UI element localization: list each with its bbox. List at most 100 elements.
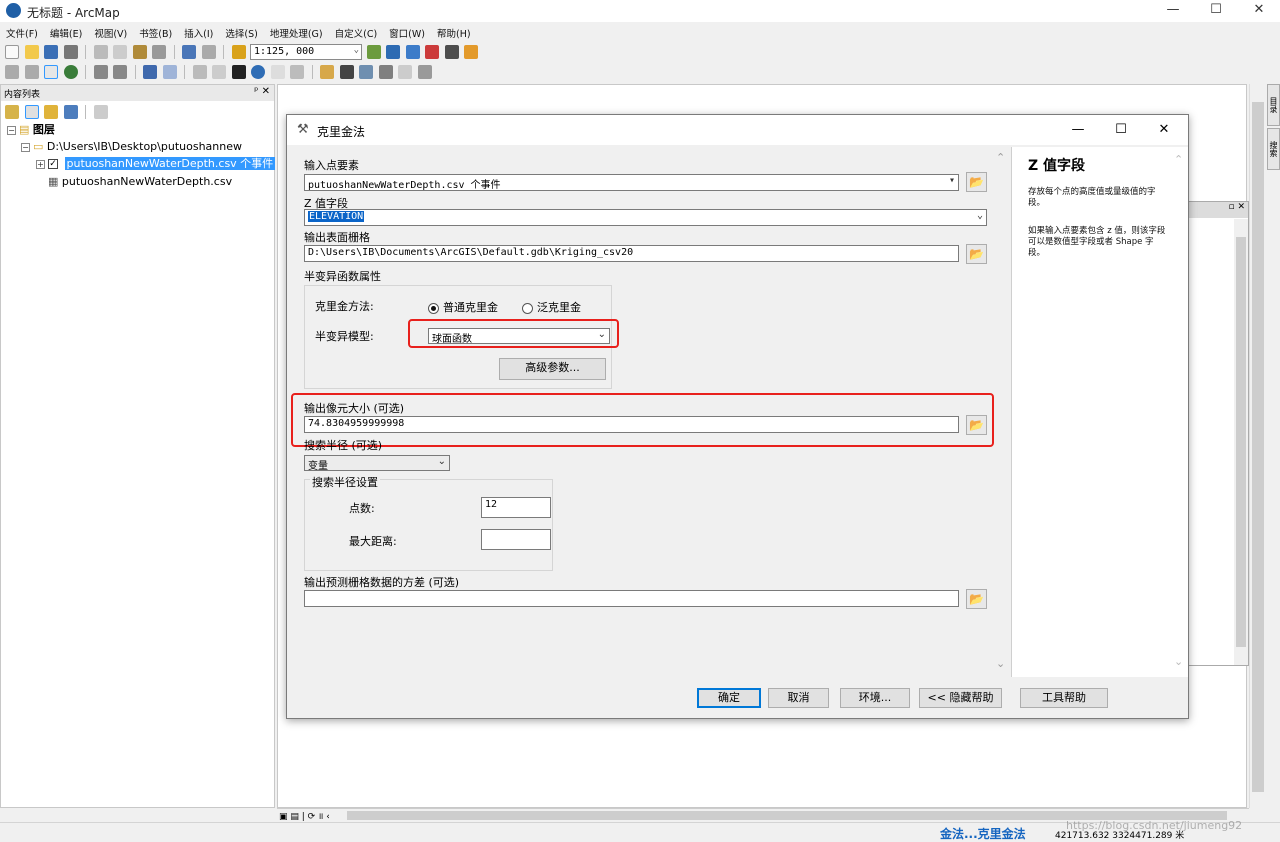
menu-help[interactable]: 帮助(H) [431,24,477,40]
cell-size-input[interactable]: 74.8304959999998 [304,416,959,433]
toc-layer-table[interactable]: ▦ putuoshanNewWaterDepth.csv [48,173,232,190]
forward-arrow-icon[interactable] [162,65,177,79]
menu-selection[interactable]: 选择(S) [219,24,263,40]
expand-icon[interactable]: + [36,159,45,169]
cell-size-folder-icon[interactable]: 📂 [966,415,987,435]
html-popup-icon[interactable] [290,65,304,79]
variance-folder-icon[interactable]: 📂 [966,589,987,609]
save-icon[interactable] [44,45,58,59]
list-by-visibility-icon[interactable] [44,105,58,119]
hide-help-button[interactable]: << 隐藏帮助 [919,688,1002,708]
identify-icon[interactable] [251,65,265,79]
print-icon[interactable] [63,45,78,59]
ok-button[interactable]: 确定 [697,688,761,708]
search-radius-select[interactable]: 变量 ⌄ [304,455,450,471]
find-binoculars-icon[interactable] [339,65,354,79]
python-window-icon[interactable] [444,45,459,59]
menu-edit[interactable]: 编辑(E) [44,24,88,40]
menu-geoprocessing[interactable]: 地理处理(G) [264,24,329,40]
clear-selection-icon[interactable] [212,65,226,79]
toc-layer-event[interactable]: + ✓ putuoshanNewWaterDepth.csv 个事件 [36,155,276,172]
zoom-out-icon[interactable] [24,65,39,79]
menu-view[interactable]: 视图(V) [88,24,133,40]
editor-icon[interactable] [366,45,381,59]
z-field-select[interactable]: ELEVATION ⌄ [304,209,987,226]
select-features-icon[interactable] [192,65,207,79]
menu-file[interactable]: 文件(F) [0,24,44,40]
go-to-xy-icon[interactable] [378,65,393,79]
output-raster-input[interactable]: D:\Users\IB\Documents\ArcGIS\Default.gdb… [304,245,959,262]
collapse-icon[interactable]: − [21,142,30,152]
modelbuilder-icon[interactable] [464,45,478,59]
advanced-parameters-button[interactable]: 高级参数... [499,358,606,380]
menu-insert[interactable]: 插入(I) [178,24,219,40]
layer-visibility-checkbox[interactable]: ✓ [48,159,58,169]
delete-icon[interactable] [152,45,166,59]
toc-window-icon[interactable] [386,45,400,59]
new-document-icon[interactable] [5,45,19,59]
menu-bookmarks[interactable]: 书签(B) [133,24,178,40]
viewer-window-icon[interactable] [417,65,432,79]
dialog-close-button[interactable]: ✕ [1143,119,1185,141]
tool-help-button[interactable]: 工具帮助 [1020,688,1108,708]
open-folder-icon[interactable] [24,45,39,59]
toc-root-layers[interactable]: − ▤ 图层 [7,121,55,138]
time-slider-icon[interactable] [398,65,412,79]
scroll-down-icon[interactable]: ⌄ [996,657,1005,670]
scrollbar-thumb[interactable] [1252,102,1264,792]
list-by-selection-icon[interactable] [63,105,78,119]
scrollbar-thumb[interactable] [1236,237,1246,647]
close-button[interactable]: ✕ [1236,0,1280,22]
dialog-minimize-button[interactable]: — [1057,119,1099,141]
collapse-icon[interactable]: − [7,125,16,135]
environments-button[interactable]: 环境... [840,688,910,708]
paste-icon[interactable] [132,45,147,59]
cut-icon[interactable] [93,45,108,59]
maximize-button[interactable]: ☐ [1193,0,1239,22]
toc-options-icon[interactable] [93,105,108,119]
fixed-zoom-in-icon[interactable] [93,65,108,79]
layout-view-toggle-icon[interactable]: ▣ ▤ | ⟳ ॥ ‹ [279,809,330,822]
measure-icon[interactable] [320,65,334,79]
max-distance-input[interactable] [481,529,551,550]
toc-pin-close-buttons[interactable]: ᵖ ✕ [254,86,270,97]
list-by-source-icon[interactable] [24,105,39,119]
toc-folder-item[interactable]: − ▭ D:\Users\IB\Desktop\putuoshannew [21,138,242,155]
redo-icon[interactable] [201,45,216,59]
cancel-button[interactable]: 取消 [768,688,829,708]
scroll-up-icon[interactable]: ⌃ [1174,153,1183,166]
select-elements-icon[interactable] [231,65,246,79]
back-arrow-icon[interactable] [143,65,157,79]
parameters-scrollbar[interactable]: ⌃ ⌄ [995,151,1009,675]
map-scale-combo[interactable]: 1:125, 000 ⌄ [250,44,362,60]
panel-pin-close-icon[interactable]: ▫ ✕ [1189,202,1248,218]
panel-scrollbar[interactable] [1234,219,1248,665]
add-data-icon[interactable] [231,45,246,59]
output-raster-folder-icon[interactable]: 📂 [966,244,987,264]
full-extent-icon[interactable] [63,65,78,79]
map-vertical-scrollbar[interactable] [1249,84,1266,808]
menu-customize[interactable]: 自定义(C) [329,24,384,40]
num-points-input[interactable]: 12 [481,497,551,518]
menu-windows[interactable]: 窗口(W) [383,24,431,40]
arctoolbox-icon[interactable] [425,45,439,59]
pan-hand-icon[interactable] [44,65,58,79]
fixed-zoom-out-icon[interactable] [113,65,127,79]
find-route-icon[interactable] [359,65,373,79]
universal-kriging-radio[interactable]: 泛克里金 [522,299,581,315]
hyperlink-icon[interactable] [270,65,285,79]
variance-raster-input[interactable] [304,590,959,607]
dialog-maximize-button[interactable]: ☐ [1100,119,1142,141]
list-by-drawing-order-icon[interactable] [5,105,19,119]
input-points-combo[interactable]: putuoshanNewWaterDepth.csv 个事件 ▾ [304,174,959,191]
scroll-up-icon[interactable]: ⌃ [996,151,1005,164]
input-points-folder-icon[interactable]: 📂 [966,172,987,192]
catalog-window-icon[interactable] [405,45,420,59]
scroll-down-icon[interactable]: ⌄ [1174,655,1183,668]
undo-icon[interactable] [182,45,196,59]
zoom-in-icon[interactable] [5,65,19,79]
catalog-dock-tab[interactable]: 目录 [1267,84,1280,126]
search-dock-tab[interactable]: 搜索 [1267,128,1280,170]
ordinary-kriging-radio[interactable]: 普通克里金 [428,299,498,315]
semivariogram-model-select[interactable]: 球面函数 ⌄ [428,328,610,344]
